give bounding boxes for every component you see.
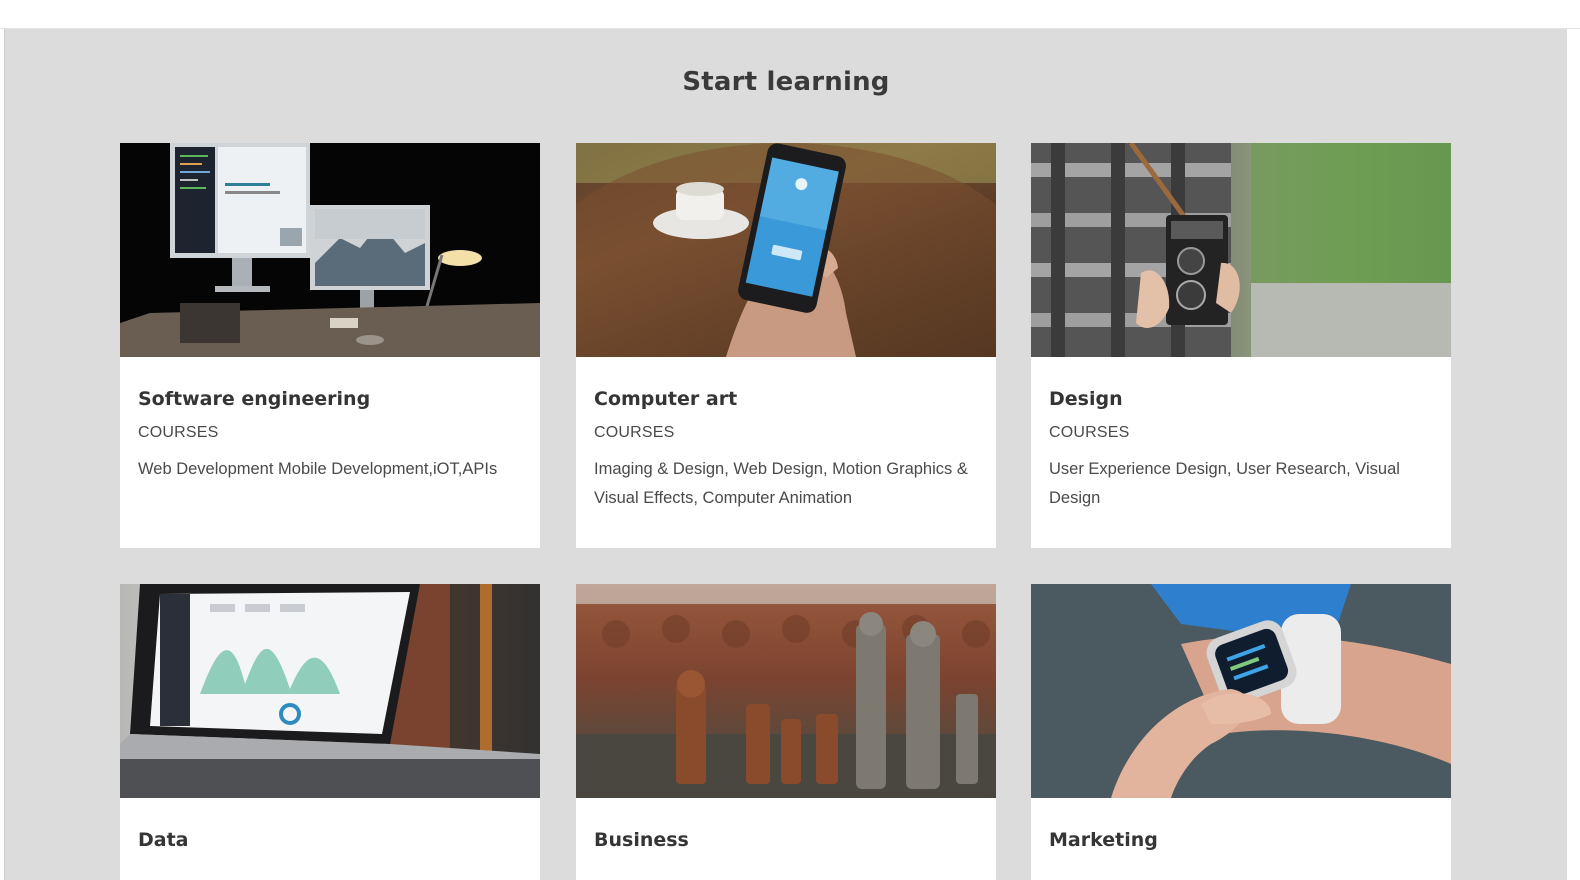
smartwatch-wrist-image [1031, 584, 1451, 798]
card-description: Imaging & Design, Web Design, Motion Gra… [594, 460, 968, 507]
card-title[interactable]: Design [1049, 385, 1433, 413]
chess-pieces-image [576, 584, 996, 798]
card-description: User Experience Design, User Research, V… [1049, 460, 1400, 507]
desk-computers-image [120, 143, 540, 357]
course-card-data[interactable]: Data [120, 584, 540, 880]
camera-photographer-image [1031, 143, 1451, 357]
right-edge [1567, 29, 1580, 880]
card-label: COURSES [594, 424, 675, 441]
card-label: COURSES [138, 424, 219, 441]
card-title[interactable]: Data [138, 826, 522, 854]
start-learning-section: Start learning Software engineering COUR… [5, 29, 1567, 880]
course-card-design[interactable]: Design COURSES User Experience Design, U… [1031, 143, 1451, 548]
card-title[interactable]: Software engineering [138, 385, 522, 413]
card-label: COURSES [1049, 424, 1130, 441]
card-description: Web Development Mobile Development,iOT,A… [138, 460, 498, 478]
card-title[interactable]: Computer art [594, 385, 978, 413]
card-title[interactable]: Marketing [1049, 826, 1433, 854]
course-card-software-engineering[interactable]: Software engineering COURSES Web Develop… [120, 143, 540, 548]
top-bar [0, 0, 1580, 29]
card-title[interactable]: Business [594, 826, 978, 854]
section-title: Start learning [682, 67, 890, 97]
course-card-marketing[interactable]: Marketing [1031, 584, 1451, 880]
course-card-business[interactable]: Business [576, 584, 996, 880]
phone-in-hand-image [576, 143, 996, 357]
course-card-computer-art[interactable]: Computer art COURSES Imaging & Design, W… [576, 143, 996, 548]
laptop-dashboard-image [120, 584, 540, 798]
